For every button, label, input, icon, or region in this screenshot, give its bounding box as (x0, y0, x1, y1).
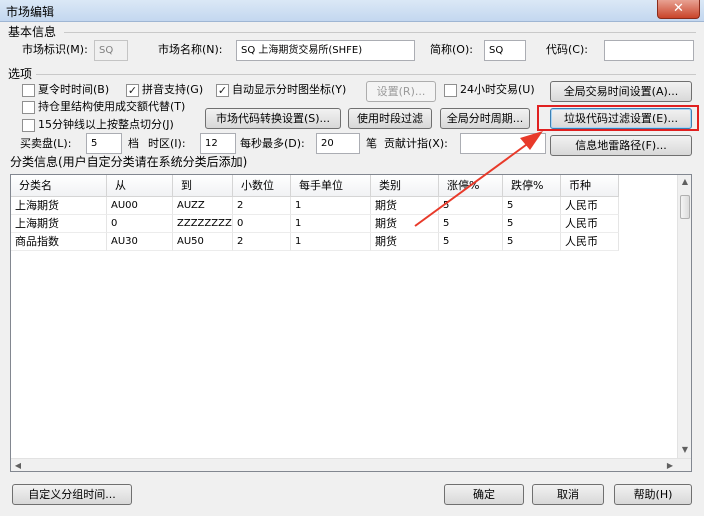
annotation-arrow (414, 131, 543, 227)
